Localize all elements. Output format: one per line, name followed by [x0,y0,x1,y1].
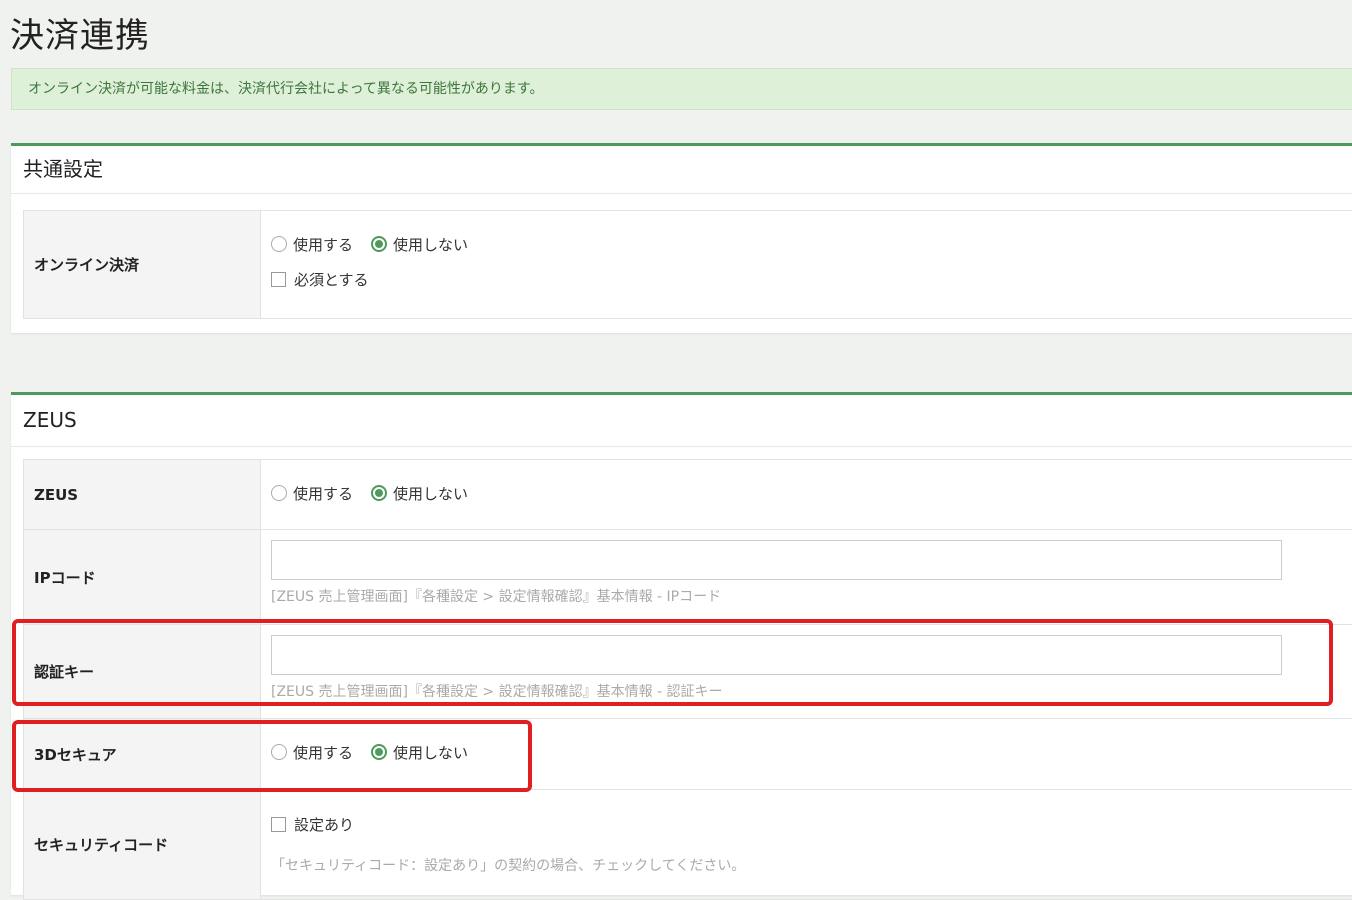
auth-key-label: 認証キー [23,625,261,718]
zeus-enable-label: ZEUS [23,460,261,529]
security-code-row: セキュリティコード 設定あり 「セキュリティコード：設定あり」の契約の場合、チェ… [23,790,1352,900]
info-alert: オンライン決済が可能な料金は、決済代行会社によって異なる可能性があります。 [11,68,1352,110]
radio-checked-icon [371,236,388,252]
zeus-enable-row: ZEUS 使用する 使用しない [23,459,1352,530]
zeus-heading: ZEUS [11,395,1352,447]
radio-checked-icon [371,744,388,760]
online-payment-required-checkbox[interactable]: 必須とする [271,269,1352,290]
auth-key-input[interactable] [271,635,1282,675]
secure3d-use-radio[interactable]: 使用する [271,742,353,763]
page-title: 決済連携 [10,16,150,56]
common-settings-panel: 共通設定 オンライン決済 使用する 使用しない 必須とする [11,143,1352,333]
radio-unchecked-icon [271,485,287,501]
online-payment-use-radio[interactable]: 使用する [271,234,353,255]
ip-code-label: IPコード [23,530,261,624]
security-code-note: 「セキュリティコード：設定あり」の契約の場合、チェックしてください。 [271,858,746,874]
ip-code-input[interactable] [271,540,1282,580]
checkbox-icon [271,817,286,832]
secure3d-label: 3Dセキュア [23,719,261,789]
common-settings-heading: 共通設定 [11,146,1352,194]
ip-code-hint: [ZEUS 売上管理画面]『各種設定 > 設定情報確認』基本情報 - IPコード [271,589,722,605]
radio-checked-icon [371,485,388,501]
zeus-panel: ZEUS ZEUS 使用する 使用しない IPコード [ZEUS 売上管理画面]… [11,392,1352,900]
security-code-checkbox[interactable]: 設定あり [271,814,1352,835]
secure3d-row: 3Dセキュア 使用する 使用しない [23,719,1352,790]
online-payment-row: オンライン決済 使用する 使用しない 必須とする [23,210,1352,319]
secure3d-not-use-radio[interactable]: 使用しない [371,742,468,763]
auth-key-row: 認証キー [ZEUS 売上管理画面]『各種設定 > 設定情報確認』基本情報 - … [23,625,1352,719]
security-code-label: セキュリティコード [23,790,261,899]
radio-unchecked-icon [271,236,287,252]
checkbox-icon [271,272,286,287]
zeus-not-use-radio[interactable]: 使用しない [371,483,468,504]
auth-key-hint: [ZEUS 売上管理画面]『各種設定 > 設定情報確認』基本情報 - 認証キー [271,684,723,700]
online-payment-label: オンライン決済 [23,211,261,318]
ip-code-row: IPコード [ZEUS 売上管理画面]『各種設定 > 設定情報確認』基本情報 -… [23,530,1352,625]
online-payment-not-use-radio[interactable]: 使用しない [371,234,468,255]
zeus-use-radio[interactable]: 使用する [271,483,353,504]
radio-unchecked-icon [271,744,287,760]
